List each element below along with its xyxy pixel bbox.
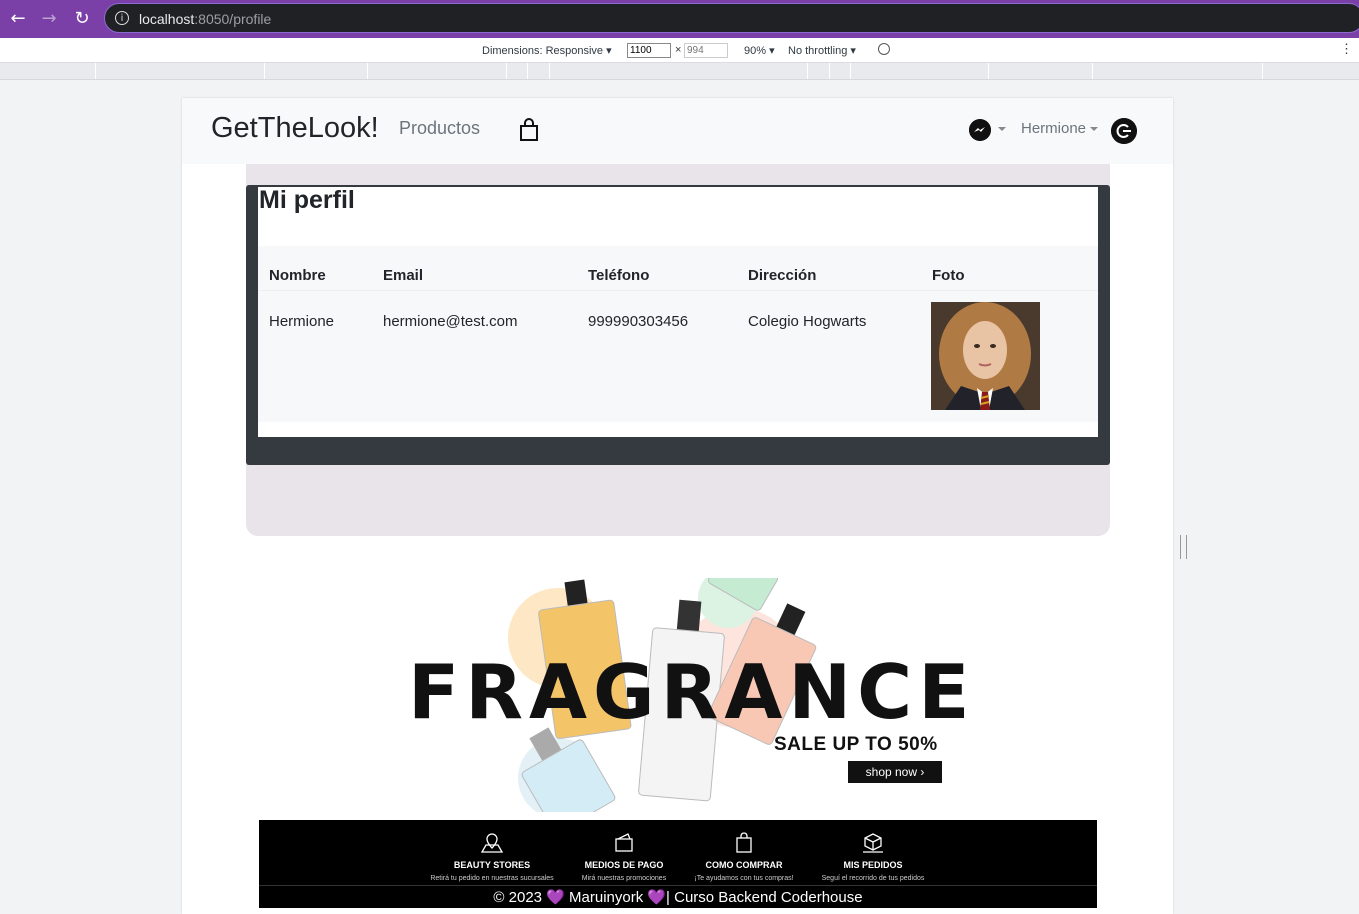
shop-now-button[interactable]: shop now › (848, 761, 942, 783)
logout-icon[interactable] (1111, 118, 1137, 144)
cell-telefono: 999990303456 (588, 313, 689, 330)
user-menu[interactable]: Hermione (1021, 120, 1086, 137)
zoom-dropdown[interactable]: 90% ▾ (744, 44, 775, 57)
feature-medios-de-pago[interactable]: MEDIOS DE PAGO Mirá nuestras promociones (554, 832, 694, 882)
package-icon (863, 833, 883, 853)
wallet-icon (615, 833, 633, 852)
site-footer: BEAUTY STORES Retirá tu pedido en nuestr… (259, 820, 1097, 908)
back-arrow-icon[interactable]: ← (8, 9, 28, 29)
feature-title: BEAUTY STORES (453, 860, 531, 870)
web-page: GetTheLook! Productos Hermione Mi perfil… (182, 98, 1173, 914)
map-pin-icon (480, 833, 504, 853)
table-divider (258, 290, 1098, 291)
throttling-dropdown[interactable]: No throttling ▾ (788, 44, 856, 57)
feature-subtitle: Mirá nuestras promociones (581, 875, 667, 882)
feature-subtitle: ¡Te ayudamos con tus compras! (694, 875, 794, 882)
shopping-bag-icon[interactable] (518, 118, 540, 142)
browser-toolbar: ← → ↻ i localhost:8050/profile (0, 0, 1359, 38)
profile-table: Nombre Email Teléfono Dirección Foto Her… (258, 246, 1098, 422)
column-header-telefono: Teléfono (588, 267, 650, 284)
messenger-icon[interactable] (969, 119, 991, 141)
feature-subtitle: Seguí el recorrido de tus pedidos (821, 875, 925, 882)
site-navbar: GetTheLook! Productos Hermione (182, 98, 1173, 164)
feature-title: COMO COMPRAR (705, 860, 783, 870)
messenger-caret-icon[interactable] (998, 127, 1006, 131)
banner-headline: FRAGRANCE (408, 648, 976, 736)
devtools-device-toolbar: Dimensions: Responsive ▾ × 90% ▾ No thro… (0, 38, 1359, 63)
brand-logo[interactable]: GetTheLook! (211, 112, 379, 145)
column-header-nombre: Nombre (269, 267, 326, 284)
banner-sale-text: SALE UP TO 50% (774, 734, 938, 755)
column-header-direccion: Dirección (748, 267, 817, 284)
viewport-resize-handle[interactable] (1180, 535, 1187, 559)
site-info-icon[interactable]: i (115, 11, 129, 25)
shopping-bag-icon (736, 832, 752, 853)
reload-icon[interactable]: ↻ (72, 9, 92, 29)
height-input[interactable] (684, 43, 728, 58)
cell-direccion: Colegio Hogwarts (748, 313, 867, 330)
feature-mis-pedidos[interactable]: MIS PEDIDOS Seguí el recorrido de tus pe… (803, 832, 943, 882)
products-link[interactable]: Productos (399, 118, 480, 139)
feature-beauty-stores[interactable]: BEAUTY STORES Retirá tu pedido en nuestr… (422, 832, 562, 882)
media-query-ruler[interactable] (0, 63, 1359, 80)
copyright-text: © 2023 💜 Maruinyork 💜| Curso Backend Cod… (493, 889, 863, 906)
profile-photo (931, 302, 1040, 410)
feature-como-comprar[interactable]: COMO COMPRAR ¡Te ayudamos con tus compra… (674, 832, 814, 882)
forward-arrow-icon[interactable]: → (39, 9, 59, 29)
more-options-icon[interactable]: ⋮ (1340, 41, 1353, 57)
url-text[interactable]: localhost:8050/profile (139, 11, 271, 27)
rotate-icon[interactable] (878, 43, 890, 55)
feature-subtitle: Retirá tu pedido en nuestras sucursales (430, 875, 554, 882)
feature-title: MEDIOS DE PAGO (584, 860, 664, 870)
address-bar[interactable]: i localhost:8050/profile (104, 3, 1359, 33)
column-header-email: Email (383, 267, 424, 284)
dimensions-dropdown[interactable]: Dimensions: Responsive ▾ (482, 44, 612, 57)
feature-title: MIS PEDIDOS (843, 860, 903, 870)
fragrance-banner[interactable]: FRAGRANCE SALE UP TO 50% shop now › (408, 578, 969, 812)
cell-nombre: Hermione (269, 313, 335, 330)
page-title: Mi perfil (259, 186, 355, 214)
cell-email: hermione@test.com (383, 313, 518, 330)
column-header-foto: Foto (932, 267, 965, 284)
user-caret-icon[interactable] (1090, 127, 1098, 131)
width-input[interactable] (627, 43, 671, 58)
times-symbol: × (675, 44, 682, 56)
footer-divider (259, 885, 1097, 886)
